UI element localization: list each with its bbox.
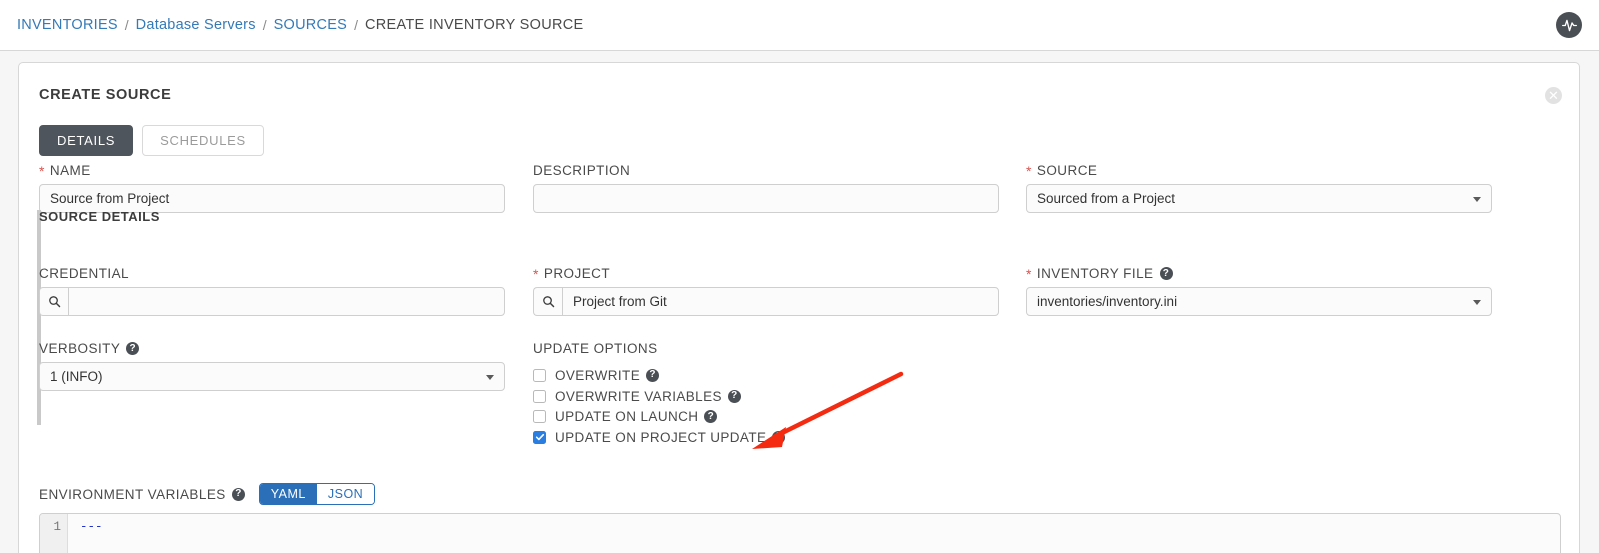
tab-schedules[interactable]: SCHEDULES: [142, 125, 264, 156]
inventory-file-value: inventories/inventory.ini: [1037, 294, 1178, 309]
credential-lookup: [39, 287, 505, 316]
question-circle-icon[interactable]: ?: [1159, 267, 1173, 280]
field-verbosity: VERBOSITY ? 1 (INFO): [39, 341, 505, 391]
description-input[interactable]: [533, 184, 999, 213]
create-source-card: CREATE SOURCE ✕ DETAILS SCHEDULES * NAME…: [18, 62, 1580, 553]
field-name: * NAME Source from Project: [39, 163, 505, 213]
checkbox-overwrite[interactable]: OVERWRITE ?: [533, 365, 999, 386]
field-source-label: * SOURCE: [1026, 162, 1098, 179]
checkbox-box[interactable]: [533, 368, 546, 382]
editor-line-number: 1: [40, 514, 68, 553]
update-options-group: UPDATE OPTIONS OVERWRITE ? OVERWRITE VAR…: [533, 341, 999, 448]
update-options-list: OVERWRITE ? OVERWRITE VARIABLES ? UPDATE…: [533, 365, 999, 448]
breadcrumb-item-create-inventory-source: CREATE INVENTORY SOURCE: [364, 17, 584, 33]
breadcrumb-separator: /: [124, 17, 129, 33]
field-inventory-file: * INVENTORY FILE ? inventories/inventory…: [1026, 266, 1492, 316]
checkbox-update-on-project-update[interactable]: UPDATE ON PROJECT UPDATE ?: [533, 427, 999, 448]
tab-bar: DETAILS SCHEDULES: [39, 125, 264, 156]
search-icon[interactable]: [533, 287, 562, 316]
search-icon[interactable]: [39, 287, 68, 316]
inventory-source-create-page: INVENTORIES / Database Servers / SOURCES…: [0, 0, 1599, 553]
field-project-label: * PROJECT: [533, 265, 611, 282]
question-circle-icon[interactable]: ?: [646, 368, 660, 382]
required-marker: *: [39, 162, 45, 179]
breadcrumb-item-database-servers[interactable]: Database Servers: [136, 17, 256, 33]
source-select[interactable]: Sourced from a Project: [1026, 184, 1492, 213]
verbosity-select[interactable]: 1 (INFO): [39, 362, 505, 391]
toggle-json[interactable]: JSON: [316, 484, 375, 504]
checkbox-box[interactable]: [533, 410, 546, 424]
breadcrumb-item-inventories[interactable]: INVENTORIES: [17, 17, 118, 33]
field-description-label: DESCRIPTION: [533, 163, 631, 178]
question-circle-icon[interactable]: ?: [772, 430, 786, 444]
field-credential-label: CREDENTIAL: [39, 266, 130, 281]
field-credential: CREDENTIAL: [39, 266, 505, 316]
environment-variables-editor[interactable]: 1 ---: [39, 513, 1561, 553]
question-circle-icon[interactable]: ?: [727, 389, 741, 403]
required-marker: *: [1026, 162, 1032, 179]
close-icon[interactable]: ✕: [1545, 87, 1562, 104]
toggle-yaml[interactable]: YAML: [259, 484, 317, 504]
question-circle-icon[interactable]: ?: [704, 410, 718, 424]
format-toggle: YAML JSON: [258, 483, 376, 505]
checkbox-label: UPDATE ON LAUNCH ?: [555, 409, 718, 424]
field-description: DESCRIPTION: [533, 163, 999, 213]
credential-input[interactable]: [68, 287, 505, 316]
checkbox-label: OVERWRITE VARIABLES ?: [555, 389, 741, 404]
breadcrumb-bar: INVENTORIES / Database Servers / SOURCES…: [0, 0, 1599, 51]
field-source: * SOURCE Sourced from a Project: [1026, 163, 1492, 213]
checkbox-box[interactable]: [533, 430, 546, 444]
field-verbosity-label: VERBOSITY ?: [39, 341, 505, 356]
field-project: * PROJECT Project from Git: [533, 266, 999, 316]
project-input[interactable]: Project from Git: [562, 287, 999, 316]
question-circle-icon[interactable]: ?: [126, 342, 140, 355]
chevron-down-icon: [1473, 196, 1481, 202]
breadcrumb-separator: /: [262, 17, 267, 33]
required-marker: *: [533, 265, 539, 282]
checkbox-label: OVERWRITE ?: [555, 368, 660, 383]
question-circle-icon[interactable]: ?: [231, 487, 245, 501]
chevron-down-icon: [1473, 299, 1481, 305]
tab-details[interactable]: DETAILS: [39, 125, 134, 156]
inventory-file-select[interactable]: inventories/inventory.ini: [1026, 287, 1492, 316]
checkbox-overwrite-variables[interactable]: OVERWRITE VARIABLES ?: [533, 386, 999, 407]
breadcrumb-item-sources[interactable]: SOURCES: [274, 17, 347, 33]
source-details-accent-bar: [37, 210, 41, 425]
environment-variables-row: ENVIRONMENT VARIABLES ? YAML JSON: [39, 483, 376, 505]
breadcrumb-separator: /: [354, 17, 358, 33]
field-inventory-file-label: * INVENTORY FILE ?: [1026, 266, 1492, 281]
activity-waveform-icon[interactable]: [1556, 12, 1582, 38]
project-lookup: Project from Git: [533, 287, 999, 316]
verbosity-value: 1 (INFO): [50, 369, 103, 384]
editor-content[interactable]: ---: [68, 514, 1560, 553]
required-marker: *: [1026, 265, 1032, 282]
page-title: CREATE SOURCE: [39, 87, 172, 103]
chevron-down-icon: [486, 374, 494, 380]
source-select-value: Sourced from a Project: [1037, 191, 1176, 206]
checkbox-label: UPDATE ON PROJECT UPDATE ?: [555, 430, 786, 445]
field-name-label: * NAME: [39, 162, 91, 179]
environment-variables-label: ENVIRONMENT VARIABLES: [39, 486, 226, 502]
source-details-heading: SOURCE DETAILS: [39, 209, 160, 224]
checkbox-box[interactable]: [533, 389, 546, 403]
breadcrumb: INVENTORIES / Database Servers / SOURCES…: [17, 17, 584, 33]
update-options-label: UPDATE OPTIONS: [533, 341, 658, 356]
checkbox-update-on-launch[interactable]: UPDATE ON LAUNCH ?: [533, 406, 999, 427]
